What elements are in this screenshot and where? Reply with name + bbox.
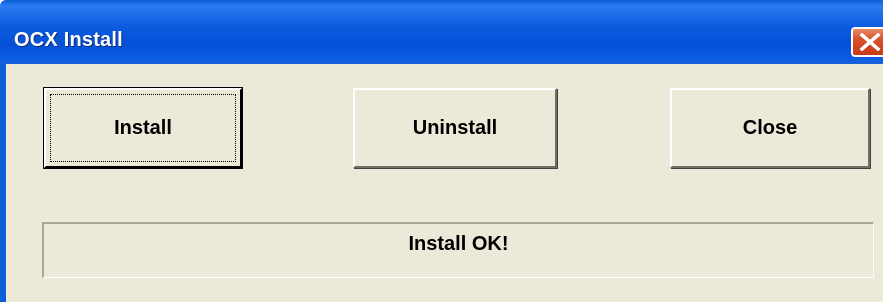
close-button-label: Close [742,117,798,139]
ocx-install-dialog: OCX Install Install Uninstall Close Inst… [0,0,883,302]
window-title: OCX Install [14,29,123,51]
status-box: Install OK! [42,222,874,278]
install-button[interactable]: Install [43,87,243,169]
title-bar[interactable]: OCX Install [0,0,883,64]
uninstall-button[interactable]: Uninstall [353,88,557,168]
close-button[interactable]: Close [670,88,870,168]
uninstall-button-label: Uninstall [412,117,498,139]
close-x-icon [859,33,881,51]
window-close-button[interactable] [851,27,883,57]
status-message: Install OK! [408,233,509,255]
install-button-label: Install [114,117,172,139]
dialog-client-area: Install Uninstall Close Install OK! [0,64,883,302]
